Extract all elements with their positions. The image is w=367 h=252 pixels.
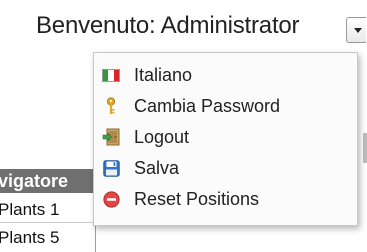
- menu-item-label: Reset Positions: [134, 188, 260, 209]
- user-menu-toggle[interactable]: [346, 17, 366, 43]
- menu-item-label: Cambia Password: [134, 95, 281, 116]
- logout-door-icon: [102, 128, 120, 146]
- italian-flag-icon: [102, 66, 120, 84]
- menu-item-change-password[interactable]: Cambia Password: [94, 91, 357, 121]
- grid-column-header[interactable]: vigatore: [0, 169, 98, 193]
- menu-item-language[interactable]: Italiano: [94, 60, 357, 90]
- welcome-label: Benvenuto: Administrator: [36, 12, 300, 39]
- key-icon: [102, 97, 120, 115]
- save-floppy-icon: [102, 159, 120, 177]
- table-cell: Plants 5: [0, 228, 60, 247]
- menu-item-logout[interactable]: Logout: [94, 122, 357, 152]
- table-row[interactable]: Plants 5: [0, 226, 98, 250]
- menu-item-label: Salva: [134, 157, 180, 178]
- user-dropdown-menu: Italiano Cambia Password Logout Salva Re…: [93, 52, 358, 226]
- grid-column-header-label: vigatore: [0, 171, 69, 191]
- table-row[interactable]: Plants 1: [0, 198, 98, 223]
- menu-item-label: Logout: [134, 126, 190, 147]
- table-cell: Plants 1: [0, 200, 60, 219]
- menu-item-reset-positions[interactable]: Reset Positions: [94, 184, 357, 214]
- scrollbar-edge: [363, 133, 367, 163]
- menu-item-label: Italiano: [134, 64, 193, 85]
- reset-circle-icon: [102, 190, 120, 208]
- chevron-down-icon: [354, 28, 362, 33]
- menu-item-save[interactable]: Salva: [94, 153, 357, 183]
